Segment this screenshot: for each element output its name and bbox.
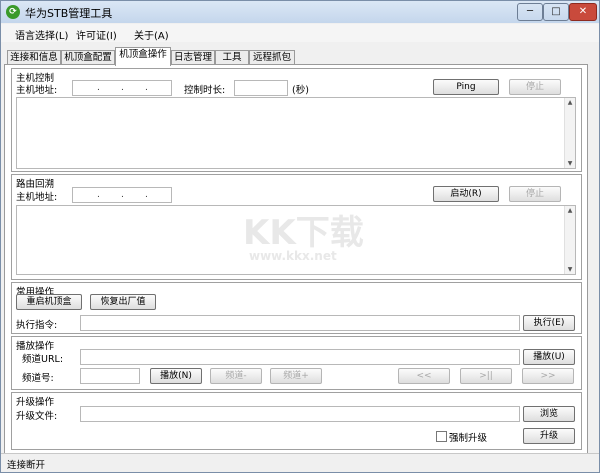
tab-panel: 主机控制 主机地址: ... 控制时长: (秒) Ping 停止 ▲ ▼ 路由回溯… xyxy=(4,64,588,454)
menu-license[interactable]: 许可证(I) xyxy=(76,27,117,42)
force-upgrade-checkbox[interactable] xyxy=(436,431,447,442)
tab-remote-capture[interactable]: 远程抓包 xyxy=(249,50,295,65)
scroll-up-icon[interactable]: ▲ xyxy=(566,207,574,214)
execute-button[interactable]: 执行(E) xyxy=(523,315,575,331)
channel-number-label: 频道号: xyxy=(22,373,54,384)
upgrade-file-label: 升级文件: xyxy=(16,411,58,422)
force-upgrade-label: 强制升级 xyxy=(449,433,488,444)
pause-button[interactable]: >|| xyxy=(460,368,512,384)
host-control-group: 主机控制 主机地址: ... 控制时长: (秒) Ping 停止 ▲ ▼ xyxy=(11,68,582,172)
window-title: 华为STB管理工具 xyxy=(25,7,113,20)
tab-strip: 连接和信息 机顶盒配置 机顶盒操作 日志管理 工具 远程抓包 xyxy=(1,45,599,66)
host-address-input[interactable]: ... xyxy=(72,80,172,96)
scroll-up-icon[interactable]: ▲ xyxy=(566,99,574,106)
browse-button[interactable]: 浏览 xyxy=(523,406,575,422)
duration-unit-label: (秒) xyxy=(292,85,309,96)
control-duration-input[interactable] xyxy=(234,80,288,96)
upgrade-button[interactable]: 升级 xyxy=(523,428,575,444)
next-button[interactable]: >> xyxy=(522,368,574,384)
channel-url-input[interactable] xyxy=(80,349,520,365)
minimize-button[interactable]: ─ xyxy=(517,3,543,21)
play-url-button[interactable]: 播放(U) xyxy=(523,349,575,365)
route-host-address-input[interactable]: ... xyxy=(72,187,172,203)
command-label: 执行指令: xyxy=(16,320,58,331)
watermark-url: www.kkx.net xyxy=(249,249,337,263)
route-start-button[interactable]: 启动(R) xyxy=(433,186,499,202)
tab-stb-operation[interactable]: 机顶盒操作 xyxy=(115,47,171,66)
close-button[interactable]: ✕ xyxy=(569,3,597,21)
main-window: ⟳ 华为STB管理工具 ─ □ ✕ 语言选择(L) 许可证(I) 关于(A) 连… xyxy=(0,0,600,473)
playback-title: 播放操作 xyxy=(16,338,55,352)
scroll-down-icon[interactable]: ▼ xyxy=(566,266,574,273)
route-trace-title: 路由回溯 xyxy=(16,176,55,190)
channel-down-button[interactable]: 频道- xyxy=(210,368,262,384)
menu-about[interactable]: 关于(A) xyxy=(134,27,169,42)
route-host-address-label: 主机地址: xyxy=(16,192,58,203)
ping-button[interactable]: Ping xyxy=(433,79,499,95)
factory-reset-button[interactable]: 恢复出厂值 xyxy=(90,294,156,310)
host-stop-button[interactable]: 停止 xyxy=(509,79,561,95)
maximize-button[interactable]: □ xyxy=(543,3,569,21)
watermark-logo: KK下载 xyxy=(243,213,364,253)
upgrade-file-input[interactable] xyxy=(80,406,520,422)
tab-log-management[interactable]: 日志管理 xyxy=(171,50,215,65)
reboot-stb-button[interactable]: 重启机顶盒 xyxy=(16,294,82,310)
host-address-label: 主机地址: xyxy=(16,85,58,96)
host-output-box[interactable]: ▲ ▼ xyxy=(16,97,576,169)
status-bar: 连接断开 xyxy=(1,453,599,472)
playback-group: 播放操作 频道URL: 播放(U) 频道号: 播放(N) 频道- 频道+ << … xyxy=(11,336,582,390)
tab-tools[interactable]: 工具 xyxy=(215,50,249,65)
channel-number-input[interactable] xyxy=(80,368,140,384)
command-input[interactable] xyxy=(80,315,520,331)
upgrade-title: 升级操作 xyxy=(16,394,55,408)
upgrade-group: 升级操作 升级文件: 浏览 强制升级 升级 xyxy=(11,392,582,450)
control-duration-label: 控制时长: xyxy=(184,85,226,96)
scroll-down-icon[interactable]: ▼ xyxy=(566,160,574,167)
route-output-scrollbar[interactable]: ▲ ▼ xyxy=(564,206,575,274)
tab-stb-config[interactable]: 机顶盒配置 xyxy=(61,50,115,65)
menu-bar: 语言选择(L) 许可证(I) 关于(A) xyxy=(1,24,599,42)
host-output-scrollbar[interactable]: ▲ ▼ xyxy=(564,98,575,168)
channel-up-button[interactable]: 频道+ xyxy=(270,368,322,384)
title-bar: ⟳ 华为STB管理工具 ─ □ ✕ xyxy=(1,1,599,23)
route-stop-button[interactable]: 停止 xyxy=(509,186,561,202)
tab-connection-info[interactable]: 连接和信息 xyxy=(7,50,61,65)
previous-button[interactable]: << xyxy=(398,368,450,384)
app-icon: ⟳ xyxy=(6,5,20,19)
play-channel-button[interactable]: 播放(N) xyxy=(150,368,202,384)
channel-url-label: 频道URL: xyxy=(22,354,64,365)
connection-status: 连接断开 xyxy=(7,460,46,471)
common-ops-group: 常用操作 重启机顶盒 恢复出厂值 执行指令: 执行(E) xyxy=(11,282,582,334)
menu-language[interactable]: 语言选择(L) xyxy=(15,27,68,42)
